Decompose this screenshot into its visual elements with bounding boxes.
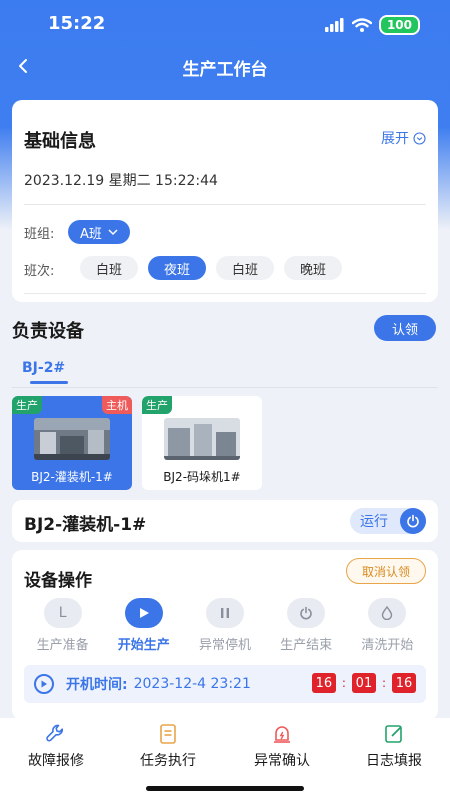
claim-button[interactable]: 认领	[374, 315, 436, 341]
timer-hours: 16	[311, 673, 336, 693]
device-photo	[164, 418, 240, 460]
divider	[24, 204, 426, 205]
tab-bj2[interactable]: BJ-2#	[22, 360, 65, 376]
nav-fault-repair[interactable]: 故障报修	[0, 722, 112, 770]
status-icons: 100	[324, 15, 420, 35]
run-state-label: 运行	[360, 514, 388, 530]
power-icon	[400, 508, 426, 534]
step-label: 生产结束	[280, 638, 333, 653]
tab-indicator	[30, 381, 68, 384]
role-badge: 主机	[102, 396, 132, 414]
elapsed-timer: 16 : 01 : 16	[311, 673, 416, 693]
step-end[interactable]: 生产结束	[270, 598, 342, 653]
drop-icon	[368, 598, 407, 628]
team-select[interactable]: A班	[68, 220, 130, 244]
device-photo	[34, 418, 110, 460]
shift-options: 白班 夜班 白班 晚班	[80, 256, 342, 280]
cancel-claim-button[interactable]: 取消认领	[346, 558, 426, 584]
device-name: BJ2-码垛机1#	[163, 470, 241, 484]
shift-option-day-2[interactable]: 白班	[216, 256, 274, 280]
timer-seconds: 16	[392, 673, 416, 693]
nav-label: 异常确认	[254, 753, 310, 769]
expand-button[interactable]: 展开	[381, 128, 426, 148]
wrench-icon	[46, 724, 64, 742]
step-start[interactable]: 开始生产	[108, 598, 180, 653]
shift-option-evening[interactable]: 晚班	[284, 256, 342, 280]
nav-log-entry[interactable]: 日志填报	[338, 722, 450, 770]
task-list-icon	[160, 724, 176, 744]
step-label: 清洗开始	[361, 638, 414, 653]
team-value: A班	[80, 226, 102, 242]
operations-card: 设备操作 取消认领 L 生产准备 开始生产 异常停机 生产结束 清洗开始 开机时…	[12, 550, 438, 720]
run-toggle[interactable]: 运行	[350, 508, 426, 534]
nav-label: 日志填报	[366, 753, 422, 769]
play-circle-icon	[34, 674, 54, 694]
device-card-palletizer[interactable]: 生产 BJ2-码垛机1#	[142, 396, 262, 490]
timer-minutes: 01	[351, 673, 376, 693]
start-time-label: 开机时间:	[66, 677, 128, 693]
battery-indicator: 100	[378, 15, 420, 35]
nav-bar: 生产工作台	[0, 48, 450, 84]
status-badge: 生产	[142, 396, 172, 414]
page-title: 生产工作台	[182, 60, 268, 80]
pause-icon	[205, 598, 244, 628]
step-label: 异常停机	[198, 638, 251, 653]
start-time-bar: 开机时间: 2023-12-4 23:21 16 : 01 : 16	[24, 665, 426, 703]
power-icon	[287, 598, 326, 628]
status-bar: 15:22 100	[0, 0, 450, 48]
chevron-down-icon	[108, 229, 118, 236]
step-clean[interactable]: 清洗开始	[351, 598, 423, 653]
current-datetime: 2023.12.19 星期二 15:22:44	[24, 173, 218, 189]
edit-log-icon	[385, 725, 402, 743]
nav-label: 故障报修	[28, 753, 84, 769]
operations-title: 设备操作	[24, 571, 92, 591]
step-abnormal-stop[interactable]: 异常停机	[189, 598, 261, 653]
status-badge: 生产	[12, 396, 42, 414]
step-prepare[interactable]: L 生产准备	[27, 598, 99, 653]
operation-steps: L 生产准备 开始生产 异常停机 生产结束 清洗开始	[12, 598, 438, 653]
shift-label: 班次:	[24, 264, 55, 279]
current-device-card: BJ2-灌装机-1# 运行	[12, 500, 438, 542]
step-prepare-icon: L	[43, 598, 82, 628]
nav-exception-confirm[interactable]: 异常确认	[226, 722, 338, 770]
status-time: 15:22	[48, 13, 106, 34]
expand-label: 展开	[381, 131, 409, 147]
play-icon	[124, 598, 163, 628]
alert-icon	[274, 726, 290, 743]
start-time-value: 2023-12-4 23:21	[133, 676, 251, 692]
basic-info-title: 基础信息	[24, 131, 96, 152]
step-label: 生产准备	[36, 638, 89, 653]
step-label: 开始生产	[117, 638, 170, 653]
basic-info-card: 基础信息 展开 2023.12.19 星期二 15:22:44 班组: A班 班…	[12, 100, 438, 302]
equipment-title: 负责设备	[12, 321, 84, 342]
signal-icon	[324, 18, 344, 32]
chevron-down-circle-icon	[413, 131, 426, 145]
shift-option-night[interactable]: 夜班	[148, 256, 206, 280]
device-card-filler[interactable]: 生产 主机 BJ2-灌装机-1#	[12, 396, 132, 490]
nav-task-execution[interactable]: 任务执行	[112, 722, 224, 770]
timer-separator: :	[381, 676, 386, 690]
current-device-name: BJ2-灌装机-1#	[24, 515, 147, 535]
shift-option-day[interactable]: 白班	[80, 256, 138, 280]
nav-label: 任务执行	[140, 753, 196, 769]
wifi-icon	[351, 18, 372, 32]
tab-divider	[12, 387, 438, 388]
divider	[24, 293, 426, 294]
device-name: BJ2-灌装机-1#	[31, 470, 113, 484]
timer-separator: :	[341, 676, 346, 690]
home-indicator	[146, 786, 304, 791]
team-label: 班组:	[24, 227, 55, 242]
